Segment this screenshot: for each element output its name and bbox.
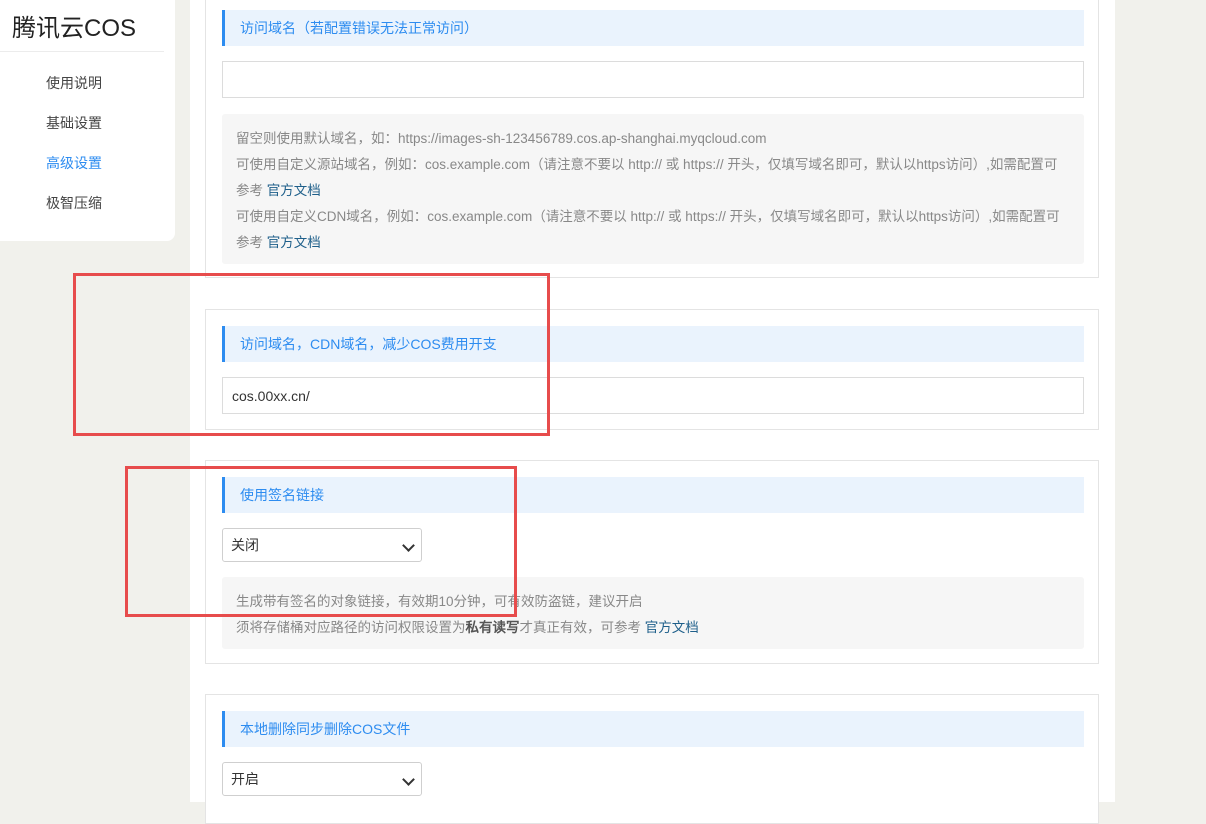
cdn-domain-title: 访问域名，CDN域名，减少COS费用开支 — [222, 326, 1084, 362]
select-value: 关闭 — [231, 537, 259, 553]
chevron-down-icon — [402, 539, 415, 552]
signed-url-hint: 生成带有签名的对象链接，有效期10分钟，可有效防盗链，建议开启 须将存储桶对应路… — [222, 577, 1084, 649]
official-docs-link[interactable]: 官方文档 — [645, 620, 699, 635]
delete-sync-card: 本地删除同步删除COS文件 开启 — [205, 694, 1099, 824]
origin-domain-title: 访问域名（若配置错误无法正常访问） — [222, 10, 1084, 46]
hint-line: 可使用自定义CDN域名，例如：cos.example.com（请注意不要以 ht… — [236, 209, 1060, 250]
cdn-domain-input[interactable] — [222, 377, 1084, 414]
signed-url-title: 使用签名链接 — [222, 477, 1084, 513]
origin-domain-card: 访问域名（若配置错误无法正常访问） 留空则使用默认域名，如：https://im… — [205, 0, 1099, 278]
sidebar-item-basic-settings[interactable]: 基础设置 — [46, 113, 102, 133]
brand-title: 腾讯云COS — [12, 15, 137, 42]
sidebar-item-usage[interactable]: 使用说明 — [46, 73, 102, 93]
official-docs-link[interactable]: 官方文档 — [267, 235, 321, 250]
official-docs-link[interactable]: 官方文档 — [267, 183, 321, 198]
signed-url-select[interactable]: 关闭 — [222, 528, 422, 562]
cdn-domain-card: 访问域名，CDN域名，减少COS费用开支 — [205, 309, 1099, 430]
delete-sync-title: 本地删除同步删除COS文件 — [222, 711, 1084, 747]
hint-line: 留空则使用默认域名，如：https://images-sh-123456789.… — [236, 131, 767, 146]
delete-sync-select[interactable]: 开启 — [222, 762, 422, 796]
main-panel: 访问域名（若配置错误无法正常访问） 留空则使用默认域名，如：https://im… — [190, 0, 1115, 824]
divider — [0, 51, 164, 52]
hint-line: 生成带有签名的对象链接，有效期10分钟，可有效防盗链，建议开启 — [236, 594, 643, 609]
origin-domain-hint: 留空则使用默认域名，如：https://images-sh-123456789.… — [222, 114, 1084, 264]
sidebar-item-smart-compression[interactable]: 极智压缩 — [46, 193, 102, 213]
hint-line: 须将存储桶对应路径的访问权限设置为私有读写才真正有效，可参考 官方文档 — [236, 620, 699, 635]
signed-url-card: 使用签名链接 关闭 生成带有签名的对象链接，有效期10分钟，可有效防盗链，建议开… — [205, 460, 1099, 664]
sidebar: 腾讯云COS 使用说明 基础设置 高级设置 极智压缩 — [0, 0, 175, 241]
origin-domain-input[interactable] — [222, 61, 1084, 98]
chevron-down-icon — [402, 773, 415, 786]
sidebar-item-advanced-settings[interactable]: 高级设置 — [46, 153, 102, 173]
hint-line: 可使用自定义源站域名，例如：cos.example.com（请注意不要以 htt… — [236, 157, 1058, 198]
select-value: 开启 — [231, 771, 259, 787]
